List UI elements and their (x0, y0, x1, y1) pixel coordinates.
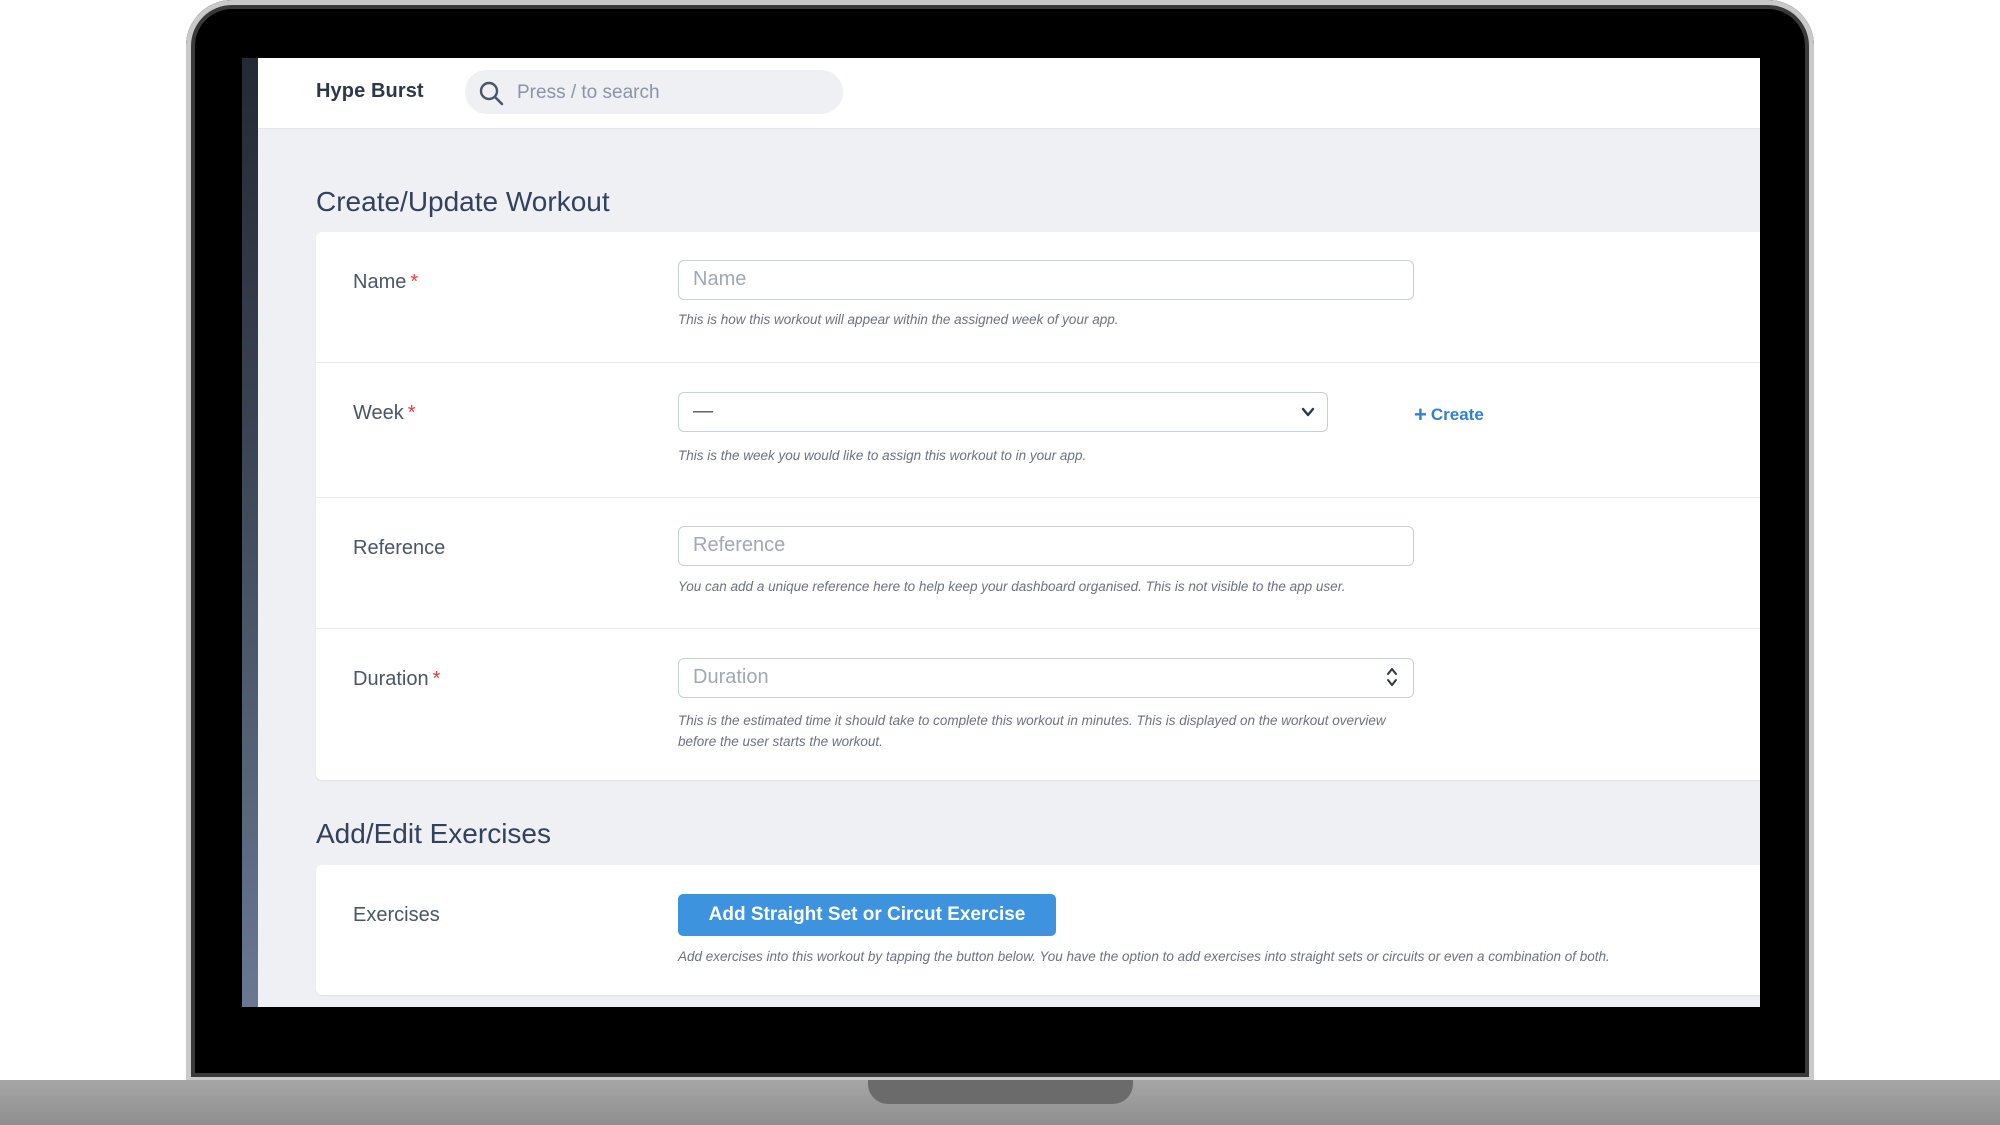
week-help: This is the week you would like to assig… (678, 448, 1087, 463)
reference-row: Reference You can add a unique reference… (316, 497, 1760, 629)
exercises-help: Add exercises into this workout by tappi… (678, 949, 1610, 964)
week-select[interactable]: — (678, 392, 1328, 432)
name-field[interactable] (678, 260, 1414, 300)
reference-label: Reference (353, 537, 446, 559)
add-exercise-button[interactable]: Add Straight Set or Circut Exercise (678, 894, 1056, 936)
chevron-down-icon (1301, 407, 1315, 417)
name-label-text: Name (353, 271, 407, 293)
exercises-label: Exercises (353, 904, 440, 926)
name-label: Name * (353, 271, 418, 294)
workout-form-card: Name* This is how this workout will appe… (316, 232, 1760, 780)
required-mark: * (432, 668, 441, 690)
required-mark: * (410, 271, 419, 293)
exercises-section-title: Add/Edit Exercises (316, 818, 551, 849)
week-row: Week * — + Create This is the week you wou… (316, 362, 1760, 498)
reference-help: You can add a unique reference here to h… (678, 579, 1346, 594)
create-label: Create (1430, 405, 1484, 424)
exercises-card: Exercises Add Straight Set or Circut Exe… (316, 865, 1760, 995)
week-label: Week * (353, 402, 416, 425)
reference-field[interactable] (678, 526, 1414, 566)
top-bar: Hype Burst (258, 58, 1760, 129)
search-box[interactable] (465, 70, 843, 116)
create-week-link[interactable]: + Create (1414, 402, 1484, 428)
reference-input[interactable] (679, 527, 1340, 564)
week-selected-value: — (693, 400, 713, 422)
name-help: This is how this workout will appear wit… (678, 312, 1119, 327)
duration-label: Duration * (353, 668, 440, 691)
number-spinner-icon[interactable] (1385, 665, 1399, 689)
brand-name[interactable]: Hype Burst (316, 80, 424, 103)
duration-row: Duration* This is the estimated time it … (316, 628, 1760, 781)
workout-section-title: Create/Update Workout (316, 186, 610, 217)
sidebar-edge (242, 58, 258, 1007)
search-icon (479, 81, 504, 106)
required-mark: * (407, 402, 416, 424)
exercises-row: Exercises Add Straight Set or Circut Exe… (316, 865, 1760, 995)
duration-input[interactable] (679, 659, 1340, 696)
duration-label-text: Duration (353, 668, 429, 690)
name-row: Name* This is how this workout will appe… (316, 232, 1760, 362)
name-input[interactable] (679, 261, 1340, 298)
week-label-text: Week (353, 402, 404, 424)
duration-help: This is the estimated time it should tak… (678, 713, 1386, 749)
laptop-notch (868, 1080, 1133, 1104)
app-screen: Hype Burst Create/Update Workout Name* (242, 58, 1760, 1007)
plus-icon: + (1414, 402, 1427, 427)
laptop-mockup: Hype Burst Create/Update Workout Name* (0, 0, 2000, 1125)
search-input[interactable] (515, 70, 829, 116)
duration-field[interactable] (678, 658, 1414, 698)
